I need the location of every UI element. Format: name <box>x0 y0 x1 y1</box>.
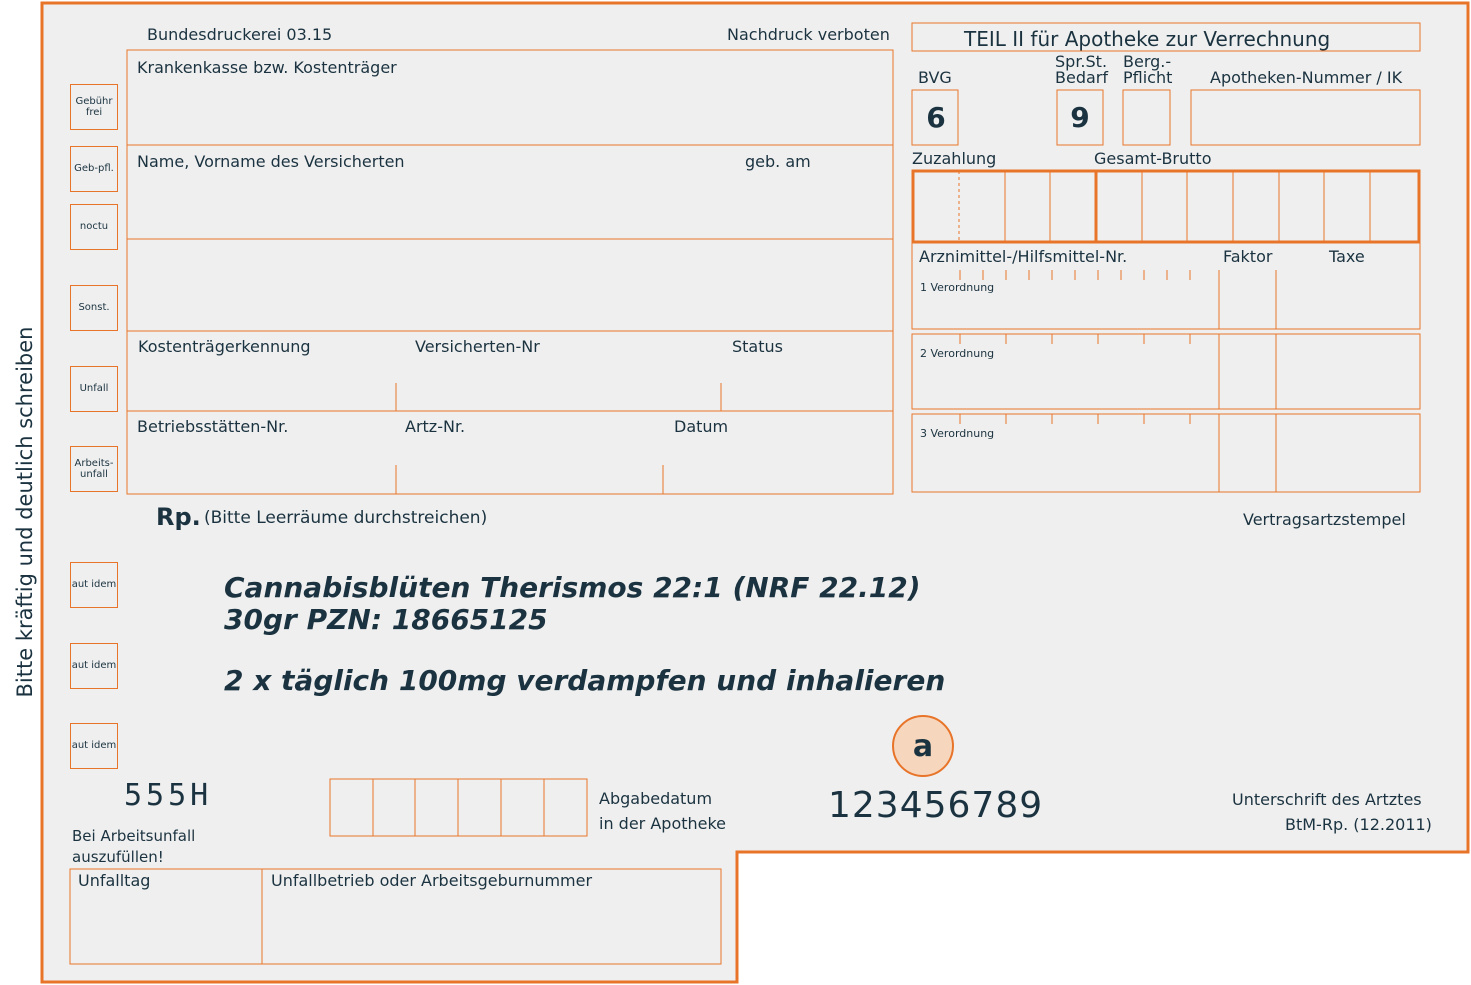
write-clearly-note: Bitte kräftig und deutlich schreiben <box>13 326 37 698</box>
aut-idem-checkbox-2[interactable]: aut idem <box>70 643 118 689</box>
rp-symbol: Rp. <box>156 503 201 531</box>
aut-idem-label: aut idem <box>71 740 117 752</box>
reprint-notice: Nachdruck verboten <box>727 25 890 44</box>
sonst-label: Sonst. <box>78 302 110 314</box>
prescription-number: 123456789 <box>828 785 1044 826</box>
rx-line-3: 2 x täglich 100mg verdampfen und inhalie… <box>224 664 946 697</box>
name-label: Name, Vorname des Versicherten <box>137 152 405 171</box>
rx-line-1: Cannabisblüten Therismos 22:1 (NRF 22.12… <box>224 571 921 604</box>
gebuehr-frei-checkbox[interactable]: Gebühr frei <box>70 84 118 130</box>
arznei-nr-label: Arznimittel-/Hilfsmittel-Nr. <box>919 247 1128 266</box>
signature-label: Unterschrift des Artztes <box>1232 790 1422 809</box>
datum-label: Datum <box>674 417 729 436</box>
status-label: Status <box>732 337 783 356</box>
apotheke-label: Apotheken-Nummer / IK <box>1210 68 1403 87</box>
abgabedatum-label-2: in der Apotheke <box>599 814 727 833</box>
bvg-label: BVG <box>918 68 952 87</box>
rp-hint: (Bitte Leerräume durchstreichen) <box>204 508 488 528</box>
verordnung-1-label: 1 Verordnung <box>920 281 995 294</box>
aut-idem-label: aut idem <box>71 579 117 591</box>
arzt-nr-label: Artz-Nr. <box>405 417 466 436</box>
noctu-label: noctu <box>79 221 109 233</box>
zuzahlung-label: Zuzahlung <box>912 149 997 168</box>
sprst-value: 9 <box>1070 101 1090 134</box>
sprst-label: Spr.St. Bedarf <box>1055 52 1108 87</box>
arbeitsunfall-checkbox[interactable]: Arbeits-unfall <box>70 446 118 492</box>
arbeitsunfall-note-2: auszufüllen! <box>72 848 164 866</box>
bvg-value: 6 <box>926 101 946 134</box>
versicherten-nr-label: Versicherten-Nr <box>415 337 540 356</box>
aut-idem-label: aut idem <box>71 660 117 672</box>
form-outline <box>40 1 1470 984</box>
aut-idem-checkbox-3[interactable]: aut idem <box>70 723 118 769</box>
stamp-label: Vertragsartzstempel <box>1243 510 1406 529</box>
unfall-checkbox[interactable]: Unfall <box>70 366 118 412</box>
abgabedatum-label-1: Abgabedatum <box>599 789 713 808</box>
printer-label: Bundesdruckerei 03.15 <box>147 25 333 44</box>
unfall-label: Unfall <box>79 383 109 395</box>
noctu-checkbox[interactable]: noctu <box>70 204 118 250</box>
gebuehr-frei-label: Gebühr frei <box>75 95 113 119</box>
rx-line-2: 30gr PZN: 18665125 <box>224 603 548 636</box>
verordnung-2-label: 2 Verordnung <box>920 347 995 360</box>
berg-label: Berg.- Pflicht <box>1123 52 1173 87</box>
birthdate-label: geb. am <box>745 152 811 171</box>
betriebsstaette-label: Betriebsstätten-Nr. <box>137 417 289 436</box>
form-code: 555H <box>124 778 213 813</box>
gesamt-brutto-label: Gesamt-Brutto <box>1094 149 1212 168</box>
geb-pfl-label: Geb-pfl. <box>74 163 114 175</box>
geb-pfl-checkbox[interactable]: Geb-pfl. <box>70 146 118 192</box>
arbeitsunfall-note-1: Bei Arbeitsunfall <box>72 827 196 845</box>
kasse-label: Krankenkasse bzw. Kostenträger <box>137 58 397 77</box>
unfallbetrieb-label: Unfallbetrieb oder Arbeitsgeburnummer <box>271 871 593 890</box>
arbeitsunfall-label: Arbeits-unfall <box>74 457 114 481</box>
teil2-title: TEIL II für Apotheke zur Verrechnung <box>964 27 1331 51</box>
kostentraeger-label: Kostenträgerkennung <box>138 337 311 356</box>
verordnung-3-label: 3 Verordnung <box>920 427 995 440</box>
aut-idem-checkbox-1[interactable]: aut idem <box>70 562 118 608</box>
faktor-label: Faktor <box>1223 247 1273 266</box>
unfalltag-label: Unfalltag <box>78 871 151 890</box>
form-id-label: BtM-Rp. (12.2011) <box>1285 815 1432 834</box>
circle-a-badge: a <box>892 715 954 777</box>
taxe-label: Taxe <box>1329 247 1365 266</box>
sonst-checkbox[interactable]: Sonst. <box>70 285 118 331</box>
